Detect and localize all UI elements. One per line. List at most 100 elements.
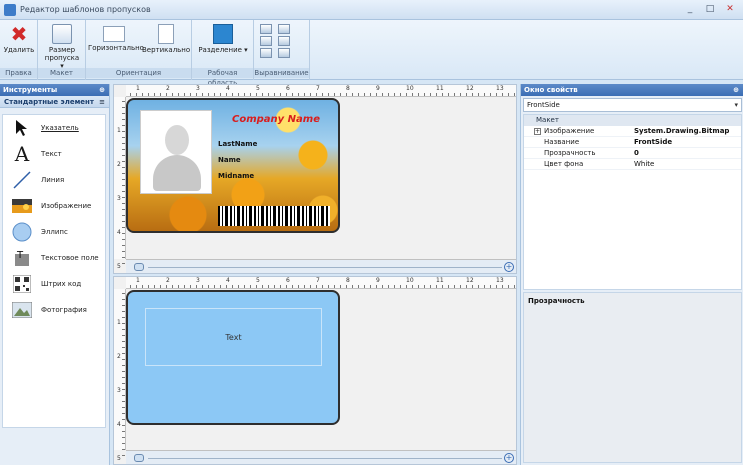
- zoom-in-icon[interactable]: +: [504, 262, 514, 272]
- ruler-number: 3: [117, 195, 121, 202]
- svg-text:T: T: [16, 250, 24, 261]
- ruler-number: 2: [166, 85, 170, 92]
- ruler-number: 11: [436, 277, 444, 284]
- group-label-workspace: Рабочая область: [192, 68, 253, 87]
- tool-text[interactable]: A Текст: [3, 141, 105, 167]
- landscape-page-icon: [103, 26, 125, 42]
- ruler-number: 1: [136, 277, 140, 284]
- tool-barcode[interactable]: Штрих код: [3, 271, 105, 297]
- delete-icon: ✖: [10, 22, 28, 46]
- horizontal-scrollbar[interactable]: +: [126, 450, 516, 464]
- group-label-layout: Макет: [38, 68, 85, 78]
- scroll-thumb[interactable]: [134, 454, 144, 462]
- tool-image[interactable]: Изображение: [3, 193, 105, 219]
- card-photo[interactable]: [140, 110, 212, 194]
- ruler-number: 4: [226, 277, 230, 284]
- ruler-number: 5: [117, 263, 121, 270]
- lastname-field[interactable]: LastName: [218, 140, 257, 148]
- app-icon: [4, 3, 16, 16]
- ribbon: ✖ Удалить Правка Размер пропуска ▾ Макет…: [0, 20, 743, 87]
- tool-photo[interactable]: Фотография: [3, 297, 105, 323]
- split-button[interactable]: Разделение ▾: [196, 24, 250, 54]
- ruler-number: 13: [496, 277, 504, 284]
- ruler-number: 1: [117, 127, 121, 134]
- name-field[interactable]: Name: [218, 156, 241, 164]
- group-label-align: Выравнивание: [254, 68, 309, 78]
- ruler-number: 5: [256, 85, 260, 92]
- ruler-number: 4: [117, 421, 121, 428]
- tool-pointer[interactable]: Указатель: [3, 115, 105, 141]
- minimize-button[interactable]: _: [683, 3, 697, 15]
- standard-elements-header[interactable]: Стандартные элемент ≡: [0, 96, 109, 108]
- align-left-icon[interactable]: [260, 24, 272, 34]
- group-label-orientation: Ориентация: [86, 68, 191, 78]
- property-row[interactable]: + Изображение System.Drawing.Bitmap: [524, 126, 741, 137]
- pin-icon[interactable]: ⊕: [733, 84, 739, 96]
- group-workspace: Разделение ▾ Рабочая область: [192, 20, 254, 87]
- maximize-button[interactable]: □: [703, 3, 717, 15]
- text-icon: A: [14, 142, 30, 166]
- card-barcode[interactable]: [218, 206, 330, 226]
- property-grid: Макет + Изображение System.Drawing.Bitmap…: [523, 114, 742, 290]
- tool-textfield[interactable]: T Текстовое поле: [3, 245, 105, 271]
- line-icon: [11, 170, 33, 190]
- align-top-icon[interactable]: [278, 24, 290, 34]
- close-button[interactable]: ✕: [723, 3, 737, 15]
- tools-panel-header: Инструменты ⊕: [0, 84, 109, 96]
- tools-panel: Инструменты ⊕ Стандартные элемент ≡ Указ…: [0, 84, 110, 465]
- property-description: Прозрачность: [523, 292, 742, 463]
- properties-panel-header: Окно свойств ⊕: [521, 84, 743, 96]
- photo-icon: [11, 300, 33, 320]
- align-center-icon[interactable]: [260, 36, 272, 46]
- ruler-number: 2: [117, 161, 121, 168]
- ruler-number: 4: [226, 85, 230, 92]
- card-size-button[interactable]: Размер пропуска ▾: [42, 24, 82, 70]
- horizontal-button[interactable]: Горизонтально: [88, 24, 144, 52]
- align-bottom-icon[interactable]: [278, 48, 290, 58]
- collapse-icon[interactable]: ≡: [99, 96, 105, 108]
- ruler-number: 10: [406, 85, 414, 92]
- align-middle-icon[interactable]: [278, 36, 290, 46]
- expand-icon[interactable]: +: [534, 128, 541, 135]
- back-card[interactable]: Text: [126, 290, 340, 425]
- ruler-number: 5: [117, 455, 121, 462]
- align-right-icon[interactable]: [260, 48, 272, 58]
- split-view-icon: [213, 24, 233, 44]
- ruler-number: 1: [117, 319, 121, 326]
- midname-field[interactable]: Midname: [218, 172, 254, 180]
- horizontal-scrollbar[interactable]: +: [126, 259, 516, 273]
- title-bar: Редактор шаблонов пропусков _ □ ✕: [0, 0, 743, 20]
- property-row[interactable]: Цвет фона White: [524, 159, 741, 170]
- tool-ellipse[interactable]: Эллипс: [3, 219, 105, 245]
- group-align: Выравнивание: [254, 20, 310, 80]
- chevron-down-icon[interactable]: ▾: [734, 99, 738, 111]
- zoom-in-icon[interactable]: +: [504, 453, 514, 463]
- ruler-number: 3: [196, 277, 200, 284]
- ruler-number: 12: [466, 277, 474, 284]
- scroll-thumb[interactable]: [134, 263, 144, 271]
- back-text-field[interactable]: Text: [145, 308, 322, 366]
- ruler-number: 2: [166, 277, 170, 284]
- ruler-number: 6: [286, 277, 290, 284]
- pin-icon[interactable]: ⊕: [99, 84, 105, 96]
- ruler-number: 10: [406, 277, 414, 284]
- front-card[interactable]: Company Name LastName Name Midname: [126, 98, 340, 233]
- ruler-number: 1: [136, 85, 140, 92]
- delete-button[interactable]: ✖ Удалить: [3, 24, 35, 54]
- ruler-number: 9: [376, 277, 380, 284]
- ellipse-icon: [11, 222, 33, 242]
- ruler-number: 7: [316, 277, 320, 284]
- group-edit: ✖ Удалить Правка: [0, 20, 38, 80]
- card-size-icon: [52, 24, 72, 44]
- ruler-number: 2: [117, 353, 121, 360]
- ruler-number: 4: [117, 229, 121, 236]
- ruler-number: 8: [346, 85, 350, 92]
- company-name-label[interactable]: Company Name: [232, 114, 320, 125]
- group-orientation: Горизонтально Вертикально Ориентация: [86, 20, 192, 80]
- property-category[interactable]: Макет: [524, 115, 741, 126]
- vertical-button[interactable]: Вертикально: [142, 24, 190, 54]
- property-row[interactable]: Название FrontSide: [524, 137, 741, 148]
- tool-line[interactable]: Линия: [3, 167, 105, 193]
- object-selector[interactable]: FrontSide ▾: [523, 98, 742, 112]
- property-row[interactable]: Прозрачность 0: [524, 148, 741, 159]
